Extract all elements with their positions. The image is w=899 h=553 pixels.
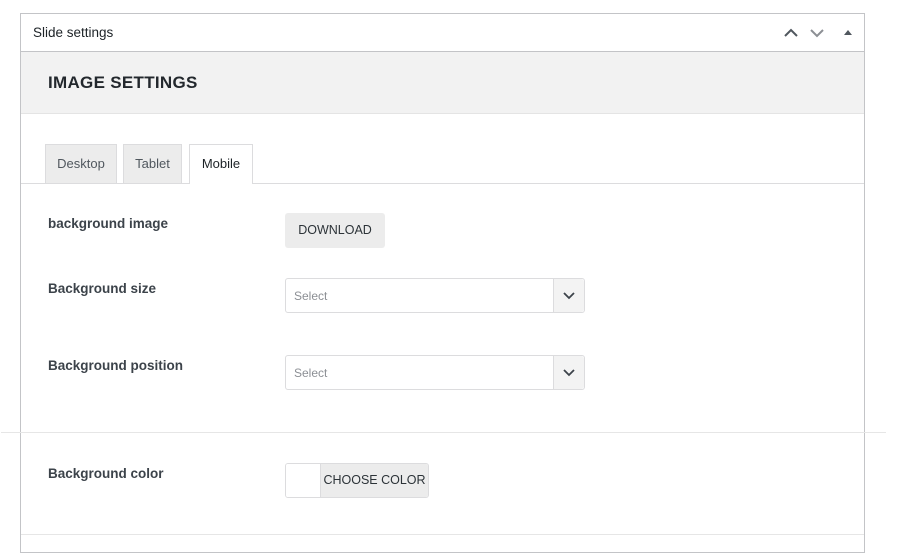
- image-settings-header: IMAGE SETTINGS: [21, 52, 864, 114]
- color-swatch[interactable]: [286, 464, 321, 497]
- background-position-select[interactable]: Select: [285, 355, 585, 390]
- tab-desktop[interactable]: Desktop: [45, 144, 117, 183]
- choose-color-button[interactable]: CHOOSE COLOR: [321, 464, 428, 497]
- background-image-label: background image: [48, 216, 169, 231]
- background-color-picker[interactable]: CHOOSE COLOR: [285, 463, 429, 498]
- background-size-placeholder: Select: [294, 289, 328, 303]
- section-divider: [1, 432, 886, 433]
- chevron-down-icon[interactable]: [553, 279, 584, 312]
- background-size-label: Background size: [48, 281, 157, 296]
- metabox-title: Slide settings: [33, 25, 114, 40]
- triangle-up-icon[interactable]: [838, 23, 858, 43]
- download-button[interactable]: DOWNLOAD: [285, 213, 385, 248]
- tab-mobile[interactable]: Mobile: [189, 144, 253, 184]
- chevron-down-icon[interactable]: [807, 23, 827, 43]
- bottom-divider: [21, 534, 864, 535]
- chevron-down-icon[interactable]: [553, 356, 584, 389]
- background-size-select[interactable]: Select: [285, 278, 585, 313]
- metabox-header: Slide settings: [21, 14, 864, 52]
- device-tabs: Desktop Tablet Mobile: [21, 144, 864, 184]
- chevron-up-icon[interactable]: [781, 23, 801, 43]
- tab-tablet[interactable]: Tablet: [123, 144, 182, 183]
- section-title: IMAGE SETTINGS: [48, 73, 198, 92]
- background-color-label: Background color: [48, 466, 164, 481]
- background-position-label: Background position: [48, 358, 183, 373]
- background-position-placeholder: Select: [294, 366, 328, 380]
- slide-settings-metabox: Slide settings IMAGE SETTINGS Desktop Ta…: [1, 13, 886, 553]
